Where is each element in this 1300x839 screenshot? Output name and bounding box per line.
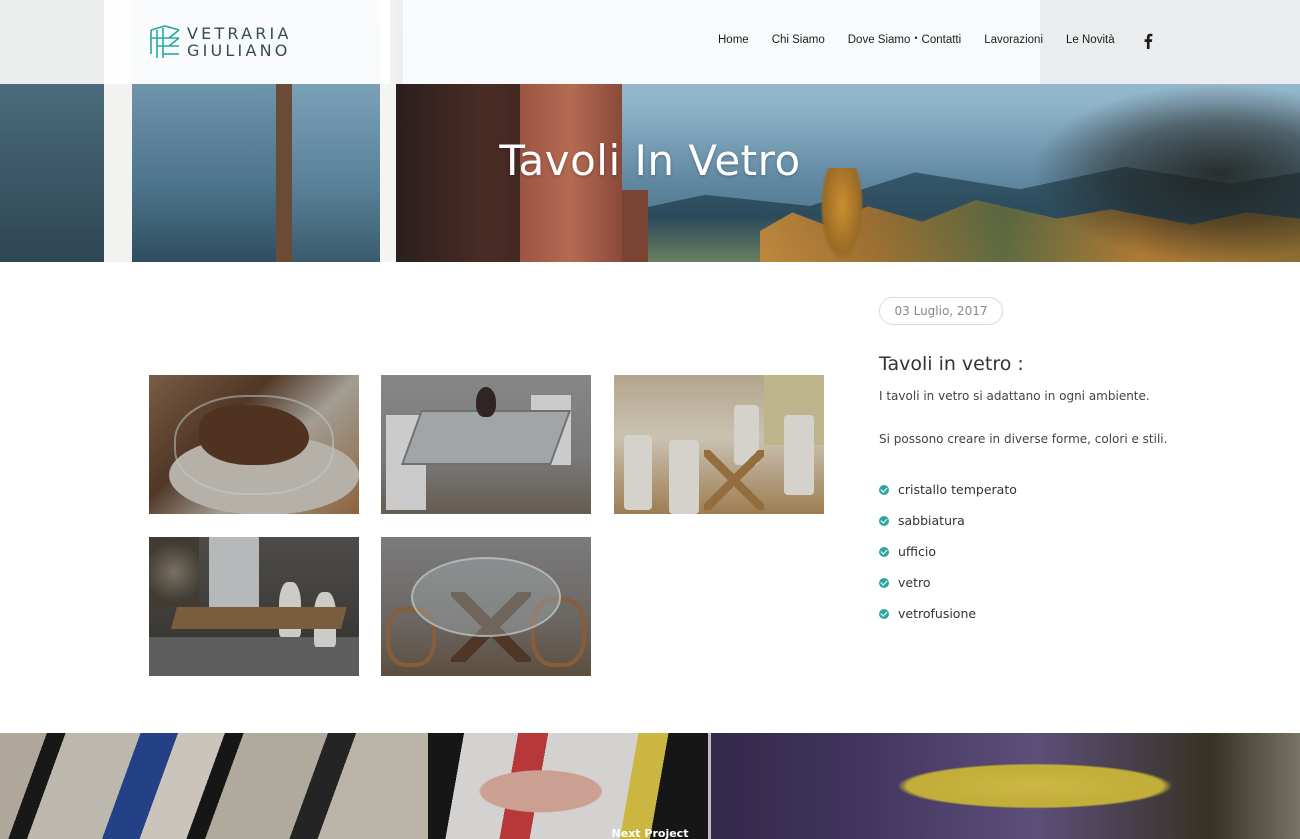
tag-label: vetro (898, 575, 931, 590)
tag-item[interactable]: vetro (879, 571, 1017, 602)
project-description: Si possono creare in diverse forme, colo… (879, 432, 1168, 446)
facebook-icon[interactable] (1142, 33, 1154, 49)
nav-separator: • (914, 33, 918, 43)
nav-item-home[interactable]: Home (718, 34, 749, 46)
hero-pillar-shadow (622, 190, 648, 262)
logo-line-2: GIULIANO (187, 41, 291, 60)
thumb-shade (381, 537, 591, 676)
tag-item[interactable]: cristallo temperato (879, 478, 1017, 509)
tag-label: cristallo temperato (898, 482, 1017, 497)
site-header: VETRARIA GIULIANO Home Chi Siamo Dove Si… (0, 0, 1300, 84)
project-gallery (149, 375, 824, 677)
thumb-shade (149, 537, 359, 676)
project-tags: cristallo temperato sabbiatura ufficio v… (879, 478, 1017, 633)
thumb-shade (614, 375, 824, 514)
next-project-label: Next Project (611, 827, 689, 839)
gallery-thumbnail[interactable] (381, 537, 591, 676)
tag-label: sabbiatura (898, 513, 965, 528)
logo-link[interactable]: VETRARIA GIULIANO (149, 22, 292, 62)
nav-item-chi-siamo[interactable]: Chi Siamo (772, 34, 825, 46)
tag-item[interactable]: vetrofusione (879, 602, 1017, 633)
check-circle-icon (879, 608, 889, 619)
main-nav: Home Chi Siamo Dove Siamo • Contatti Lav… (718, 33, 1115, 46)
nav-item-contatti[interactable]: Contatti (922, 34, 962, 46)
check-circle-icon (879, 484, 889, 495)
page-title: Tavoli In Vetro (499, 136, 801, 185)
tag-label: vetrofusione (898, 606, 977, 621)
tag-item[interactable]: sabbiatura (879, 509, 1017, 540)
check-circle-icon (879, 546, 889, 557)
project-title: Tavoli in vetro : (879, 353, 1024, 375)
gallery-thumbnail[interactable] (149, 537, 359, 676)
project-description: I tavoli in vetro si adattano in ogni am… (879, 389, 1150, 403)
next-project-banner[interactable]: Next Project (0, 733, 1300, 839)
gallery-thumbnail[interactable] (614, 375, 824, 514)
check-circle-icon (879, 515, 889, 526)
tag-item[interactable]: ufficio (879, 540, 1017, 571)
logo-text: VETRARIA GIULIANO (187, 25, 292, 59)
tag-label: ufficio (898, 544, 937, 559)
logo-line-1: VETRARIA (187, 24, 292, 43)
facebook-glyph (1144, 33, 1153, 49)
logo-icon (150, 25, 180, 58)
project-date-badge: 03 Luglio, 2017 (879, 297, 1003, 325)
nav-item-dove-siamo[interactable]: Dove Siamo (848, 34, 911, 46)
gallery-thumbnail[interactable] (149, 375, 359, 514)
thumb-shade (381, 375, 591, 514)
gallery-thumbnail[interactable] (381, 375, 591, 514)
check-circle-icon (879, 577, 889, 588)
nav-item-le-novita[interactable]: Le Novità (1066, 34, 1115, 46)
thumb-shade (149, 375, 359, 514)
next-project-overlay (0, 733, 1300, 839)
nav-item-lavorazioni[interactable]: Lavorazioni (984, 34, 1043, 46)
